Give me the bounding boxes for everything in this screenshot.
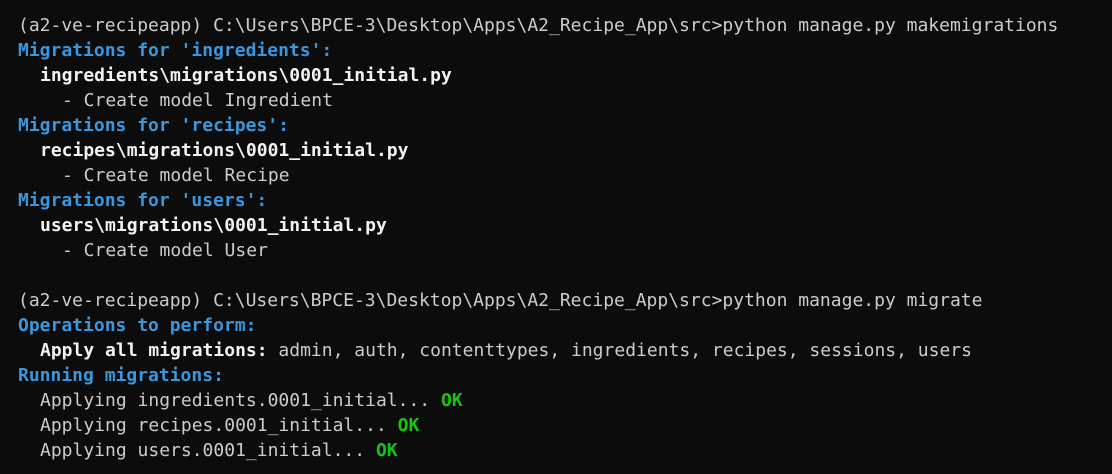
applying-line: Applying users.0001_initial... OK (18, 438, 1112, 463)
applying-text: Applying users.0001_initial... (40, 440, 366, 461)
migration-file-ingredients: ingredients\migrations\0001_initial.py (40, 65, 452, 86)
ok-status: OK (397, 415, 420, 436)
apply-all-line: Apply all migrations: admin, auth, conte… (18, 338, 1112, 363)
command-prompt-line: (a2-ve-recipeapp) C:\Users\BPCE-3\Deskto… (18, 290, 983, 311)
migration-action-recipes: - Create model Recipe (62, 165, 290, 186)
applying-text: Applying ingredients.0001_initial... (40, 390, 431, 411)
migration-action-users: - Create model User (62, 240, 268, 261)
migration-file-users: users\migrations\0001_initial.py (40, 215, 387, 236)
applying-line: Applying recipes.0001_initial... OK (18, 413, 1112, 438)
migrations-header-recipes: Migrations for 'recipes': (18, 115, 289, 136)
terminal-window[interactable]: (a2-ve-recipeapp) C:\Users\BPCE-3\Deskto… (0, 0, 1112, 474)
apply-all-apps: admin, auth, contenttypes, ingredients, … (267, 340, 972, 361)
migration-file-recipes: recipes\migrations\0001_initial.py (40, 140, 409, 161)
migration-action-ingredients: - Create model Ingredient (62, 90, 333, 111)
migrations-header-ingredients: Migrations for 'ingredients': (18, 40, 333, 61)
running-migrations-header: Running migrations: (18, 365, 224, 386)
ok-status: OK (375, 440, 398, 461)
command-prompt-line: (a2-ve-recipeapp) C:\Users\BPCE-3\Deskto… (18, 15, 1059, 36)
apply-all-label: Apply all migrations: (40, 340, 268, 361)
operations-header: Operations to perform: (18, 315, 257, 336)
applying-line: Applying ingredients.0001_initial... OK (18, 388, 1112, 413)
applying-text: Applying recipes.0001_initial... (40, 415, 387, 436)
ok-status: OK (440, 390, 463, 411)
migrations-header-users: Migrations for 'users': (18, 190, 268, 211)
